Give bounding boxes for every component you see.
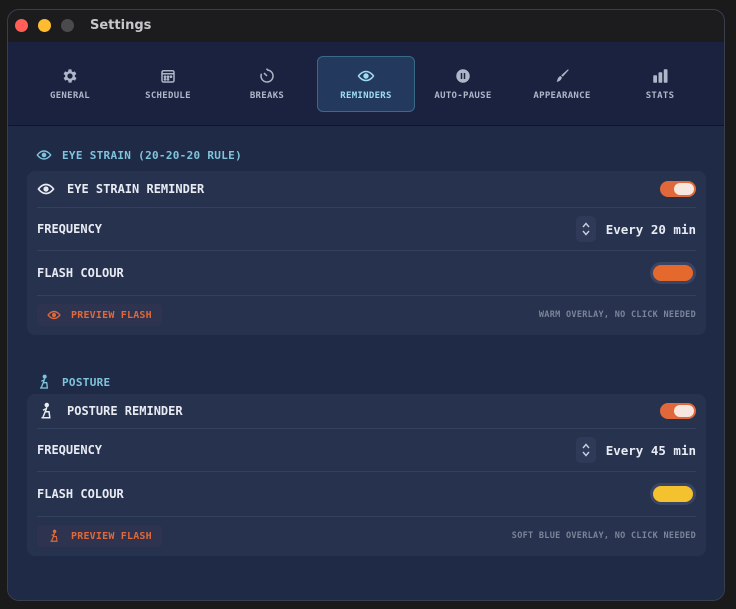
eye-flash-colour-swatch[interactable]	[650, 262, 696, 284]
posture-figure-icon	[50, 529, 58, 542]
posture-card: POSTURE REMINDER FREQUENCY Every 45 min …	[27, 394, 706, 556]
reminders-content: EYE STRAIN (20-20-20 RULE) EYE STRAIN RE…	[8, 127, 724, 600]
tab-label: SCHEDULE	[145, 91, 191, 101]
tab-bar: GENERAL SCHEDULE BREAKS REMINDERS AUTO-P…	[8, 42, 724, 126]
flash-colour-label: FLASH COLOUR	[37, 266, 124, 280]
tab-auto-pause[interactable]: AUTO-PAUSE	[414, 56, 512, 112]
eye-frequency-stepper[interactable]	[575, 216, 596, 242]
eye-preview-hint: WARM OVERLAY, NO CLICK NEEDED	[538, 310, 696, 320]
frequency-label: FREQUENCY	[37, 443, 103, 457]
settings-window: Settings GENERAL SCHEDULE BREAKS REMINDE…	[7, 9, 725, 601]
tab-schedule[interactable]: SCHEDULE	[119, 56, 217, 112]
tab-appearance[interactable]: APPEARANCE	[513, 56, 611, 112]
preview-flash-label: PREVIEW FLASH	[71, 309, 152, 321]
chevron-down-icon[interactable]	[581, 450, 591, 458]
chevron-up-icon[interactable]	[581, 442, 591, 450]
posture-preview-row: PREVIEW FLASH SOFT BLUE OVERLAY, NO CLIC…	[27, 517, 706, 555]
bar-chart-icon	[653, 69, 668, 83]
posture-preview-flash-button[interactable]: PREVIEW FLASH	[37, 525, 162, 547]
eye-preview-row: PREVIEW FLASH WARM OVERLAY, NO CLICK NEE…	[27, 296, 706, 334]
tab-label: AUTO-PAUSE	[434, 91, 492, 101]
posture-reminder-row: POSTURE REMINDER	[27, 394, 706, 428]
eye-icon	[47, 310, 61, 320]
flash-colour-label: FLASH COLOUR	[37, 487, 124, 501]
title-bar: Settings	[8, 10, 724, 42]
tab-label: APPEARANCE	[533, 91, 591, 101]
tab-label: REMINDERS	[340, 91, 392, 101]
chevron-down-icon[interactable]	[581, 229, 591, 237]
tab-label: GENERAL	[49, 91, 91, 101]
tab-label: BREAKS	[249, 91, 285, 101]
tab-general[interactable]: GENERAL	[21, 56, 119, 112]
brush-icon	[556, 69, 569, 82]
posture-flash-colour-swatch[interactable]	[650, 483, 696, 505]
posture-frequency-row: FREQUENCY Every 45 min	[27, 429, 706, 471]
eye-flash-colour-row: FLASH COLOUR	[27, 251, 706, 295]
tab-label: STATS	[645, 91, 675, 101]
tab-stats[interactable]: STATS	[611, 56, 709, 112]
eye-strain-toggle[interactable]	[660, 181, 696, 197]
eye-icon	[36, 150, 52, 160]
close-window-button[interactable]	[15, 19, 28, 32]
eye-strain-reminder-label: EYE STRAIN REMINDER	[67, 182, 205, 196]
posture-frequency-value: Every 45 min	[605, 442, 696, 458]
tab-reminders[interactable]: REMINDERS	[317, 56, 415, 112]
posture-toggle[interactable]	[660, 403, 696, 419]
section-title: EYE STRAIN (20-20-20 RULE)	[62, 148, 242, 162]
eye-frequency-value: Every 20 min	[605, 221, 696, 237]
tab-breaks[interactable]: BREAKS	[218, 56, 316, 112]
minimize-window-button[interactable]	[38, 19, 51, 32]
eye-strain-card: EYE STRAIN REMINDER FREQUENCY Every 20 m…	[27, 171, 706, 335]
posture-reminder-label: POSTURE REMINDER	[67, 404, 183, 418]
posture-flash-colour-row: FLASH COLOUR	[27, 472, 706, 516]
posture-section-header: POSTURE	[36, 374, 110, 390]
eye-preview-flash-button[interactable]: PREVIEW FLASH	[37, 304, 162, 326]
frequency-label: FREQUENCY	[37, 222, 103, 236]
preview-flash-label: PREVIEW FLASH	[71, 530, 152, 542]
posture-figure-icon	[40, 374, 48, 389]
eye-icon	[37, 183, 55, 195]
section-title: POSTURE	[62, 375, 111, 389]
toggle-knob	[674, 405, 694, 417]
eye-strain-section-header: EYE STRAIN (20-20-20 RULE)	[36, 147, 242, 163]
zoom-window-button[interactable]	[61, 19, 74, 32]
toggle-knob	[674, 183, 694, 195]
eye-frequency-row: FREQUENCY Every 20 min	[27, 208, 706, 250]
eye-icon	[357, 70, 375, 82]
chevron-up-icon[interactable]	[581, 221, 591, 229]
gear-icon	[63, 69, 77, 83]
posture-preview-hint: SOFT BLUE OVERLAY, NO CLICK NEEDED	[511, 531, 696, 541]
window-title: Settings	[90, 18, 152, 33]
timer-icon	[260, 68, 274, 83]
eye-strain-reminder-row: EYE STRAIN REMINDER	[27, 171, 706, 207]
posture-frequency-stepper[interactable]	[575, 437, 596, 463]
calendar-icon	[161, 70, 175, 83]
posture-figure-icon	[41, 402, 51, 419]
pause-icon	[456, 69, 470, 83]
